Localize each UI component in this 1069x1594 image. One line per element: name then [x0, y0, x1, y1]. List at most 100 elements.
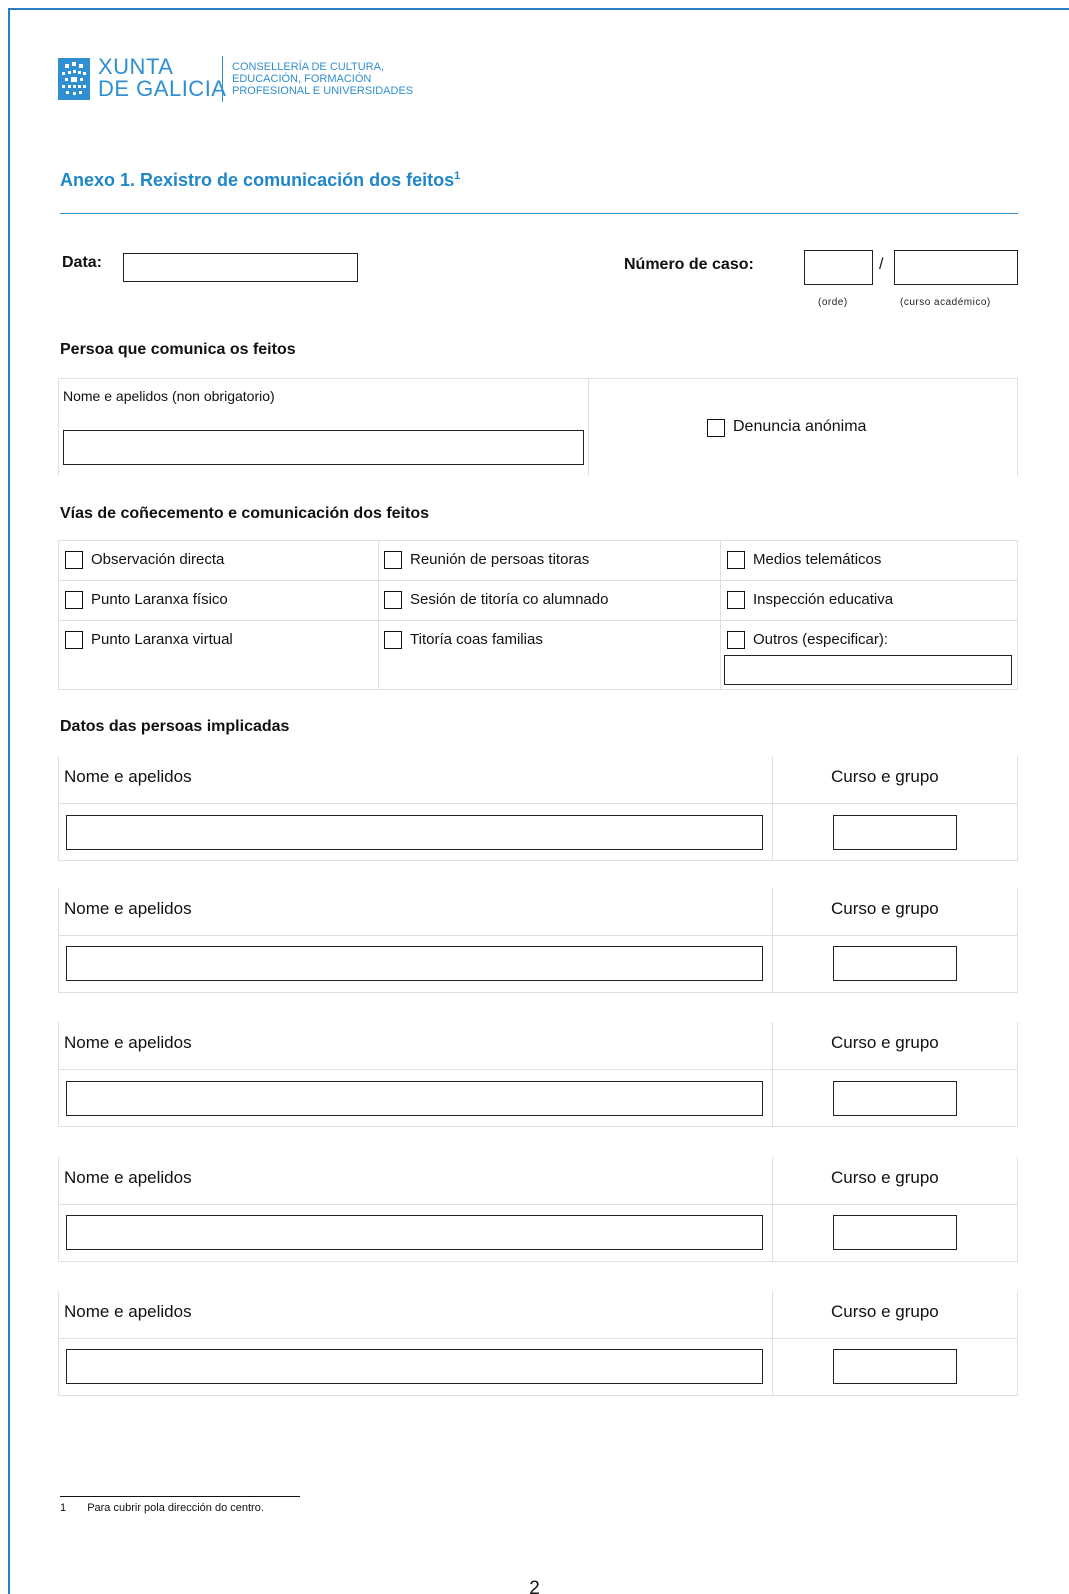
person5-group-field[interactable]: [833, 1349, 957, 1384]
person2-mid-rule: [772, 888, 773, 992]
option-label-laranxa-virtual: Punto Laranxa virtual: [91, 631, 233, 648]
person3-group-field[interactable]: [833, 1081, 957, 1116]
case-separator: /: [879, 256, 884, 273]
person3-right-rule: [1017, 1022, 1018, 1126]
option-label-inspeccion: Inspección educativa: [753, 591, 894, 608]
dept-line3: PROFESIONAL E UNIVERSIDADES: [232, 85, 414, 97]
reporter-name-field[interactable]: [63, 430, 584, 465]
person4-inner-rule: [58, 1204, 1018, 1205]
title-divider: [60, 213, 1018, 214]
person1-bottom-rule: [58, 860, 1018, 861]
option-checkbox-titoria-familias[interactable]: [384, 631, 402, 649]
person3-left-rule: [58, 1022, 59, 1126]
footnote: 1 Para cubrir pola dirección do centro.: [60, 1502, 264, 1514]
option-checkbox-reunion[interactable]: [384, 551, 402, 569]
case-order-field[interactable]: [804, 250, 873, 285]
option-checkbox-sesion-titoria[interactable]: [384, 591, 402, 609]
reporter-section-heading: Persoa que comunica os feitos: [60, 341, 296, 358]
person1-name-label: Nome e apelidos: [64, 767, 192, 786]
option-label-telematicos: Medios telemáticos: [753, 551, 882, 568]
person3-group-label: Curso e grupo: [831, 1033, 939, 1052]
option-label-outros: Outros (especificar):: [753, 631, 889, 648]
person4-group-label: Curso e grupo: [831, 1168, 939, 1187]
reporter-mid-rule: [588, 378, 589, 476]
option-label-observacion: Observación directa: [91, 551, 225, 568]
channels-col-rule-2: [378, 540, 379, 690]
option-checkbox-telematicos[interactable]: [727, 551, 745, 569]
option-label-laranxa-fisico: Punto Laranxa físico: [91, 591, 228, 608]
person1-mid-rule: [772, 756, 773, 860]
person2-inner-rule: [58, 935, 1018, 936]
reporter-right-rule: [1017, 378, 1018, 476]
form-title: Anexo 1. Rexistro de comunicación dos fe…: [60, 170, 460, 191]
org-name-line1: XUNTA: [98, 54, 174, 79]
person5-group-label: Curso e grupo: [831, 1302, 939, 1321]
person5-right-rule: [1017, 1291, 1018, 1395]
people-section-heading: Datos das persoas implicadas: [60, 718, 290, 735]
person1-name-field[interactable]: [66, 815, 763, 850]
person4-right-rule: [1017, 1157, 1018, 1261]
option-checkbox-outros[interactable]: [727, 631, 745, 649]
person1-group-label: Curso e grupo: [831, 767, 939, 786]
channels-col-rule-4: [1017, 540, 1018, 690]
date-field[interactable]: [123, 253, 358, 282]
other-channel-field[interactable]: [724, 655, 1012, 685]
person4-group-field[interactable]: [833, 1215, 957, 1250]
person5-name-field[interactable]: [66, 1349, 763, 1384]
channels-rule-3: [58, 620, 1018, 621]
person2-name-field[interactable]: [66, 946, 763, 981]
person5-left-rule: [58, 1291, 59, 1395]
reporter-name-label: Nome e apelidos (non obrigatorio): [63, 388, 275, 404]
person5-bottom-rule: [58, 1395, 1018, 1396]
footnote-divider: [60, 1496, 300, 1497]
case-order-hint: (orde): [818, 297, 848, 308]
person2-group-field[interactable]: [833, 946, 957, 981]
option-checkbox-observacion[interactable]: [65, 551, 83, 569]
person2-name-label: Nome e apelidos: [64, 899, 192, 918]
option-checkbox-laranxa-fisico[interactable]: [65, 591, 83, 609]
date-label: Data:: [62, 254, 103, 271]
person5-mid-rule: [772, 1291, 773, 1395]
footnote-mark: 1: [454, 170, 461, 182]
case-year-hint: (curso académico): [900, 297, 991, 308]
option-label-titoria-familias: Titoría coas familias: [410, 631, 543, 648]
anonymous-label: Denuncia anónima: [733, 418, 867, 435]
person3-bottom-rule: [58, 1126, 1018, 1127]
footnote-text: Para cubrir pola dirección do centro.: [87, 1502, 264, 1514]
person3-name-field[interactable]: [66, 1081, 763, 1116]
person5-inner-rule: [58, 1338, 1018, 1339]
department-name: CONSELLERÍA DE CULTURA, EDUCACIÓN, FORMA…: [232, 61, 413, 97]
case-number-label: Número de caso:: [624, 256, 754, 273]
person2-right-rule: [1017, 888, 1018, 992]
option-checkbox-inspeccion[interactable]: [727, 591, 745, 609]
channels-rule-2: [58, 580, 1018, 581]
case-year-field[interactable]: [894, 250, 1018, 285]
person4-name-label: Nome e apelidos: [64, 1168, 192, 1187]
form-title-text: Anexo 1. Rexistro de comunicación dos fe…: [60, 170, 455, 190]
person2-left-rule: [58, 888, 59, 992]
person4-bottom-rule: [58, 1261, 1018, 1262]
person1-left-rule: [58, 756, 59, 860]
person2-bottom-rule: [58, 992, 1018, 993]
org-name-line2: DE GALICIA: [98, 76, 227, 101]
reporter-top-rule: [58, 378, 1018, 379]
option-label-sesion-titoria: Sesión de titoría co alumnado: [410, 591, 609, 608]
dept-line2: EDUCACIÓN, FORMACIÓN: [232, 73, 372, 85]
logo-divider: [222, 56, 223, 102]
person4-name-field[interactable]: [66, 1215, 763, 1250]
channels-rule-4: [58, 689, 1018, 690]
channels-section-heading: Vías de coñecemento e comunicación dos f…: [60, 505, 429, 522]
person1-right-rule: [1017, 756, 1018, 860]
person3-inner-rule: [58, 1069, 1018, 1070]
person2-group-label: Curso e grupo: [831, 899, 939, 918]
channels-col-rule-1: [58, 540, 59, 690]
person3-mid-rule: [772, 1022, 773, 1126]
person1-group-field[interactable]: [833, 815, 957, 850]
person3-name-label: Nome e apelidos: [64, 1033, 192, 1052]
person4-left-rule: [58, 1157, 59, 1261]
footnote-number: 1: [60, 1502, 67, 1514]
anonymous-checkbox[interactable]: [707, 419, 725, 437]
org-name: XUNTA DE GALICIA: [98, 56, 226, 100]
channels-rule-1: [58, 540, 1018, 541]
option-checkbox-laranxa-virtual[interactable]: [65, 631, 83, 649]
